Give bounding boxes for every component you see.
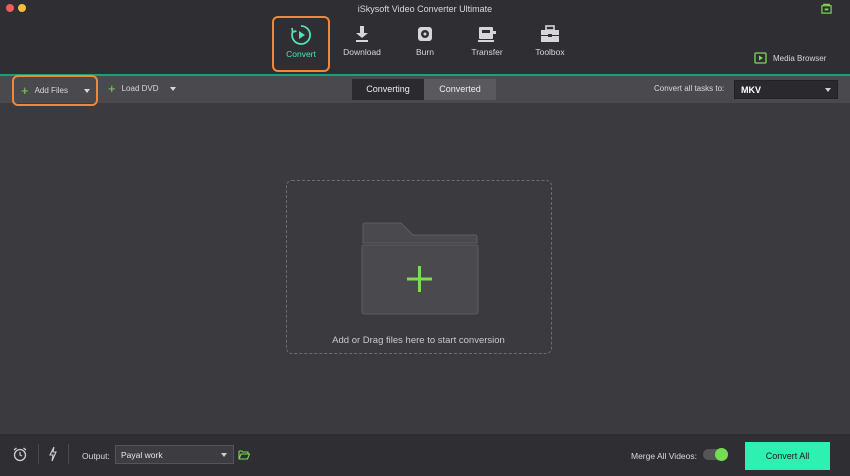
tab-download[interactable]: Download <box>332 18 392 68</box>
media-browser-icon <box>754 52 767 64</box>
chevron-down-icon <box>221 452 227 457</box>
divider <box>68 444 69 464</box>
tab-transfer[interactable]: Transfer <box>457 18 517 68</box>
chevron-down-icon[interactable] <box>84 88 90 93</box>
output-label: Output: <box>82 451 110 461</box>
convert-all-tasks-label: Convert all tasks to: <box>654 84 725 93</box>
output-folder-select[interactable]: Payal work <box>115 445 234 464</box>
output-format-select[interactable]: MKV <box>734 80 838 99</box>
tab-toolbox[interactable]: Toolbox <box>520 18 580 68</box>
divider <box>38 444 39 464</box>
file-drop-zone[interactable]: Add or Drag files here to start conversi… <box>286 180 552 354</box>
folder-icon <box>361 222 479 315</box>
tab-converting[interactable]: Converting <box>352 79 424 100</box>
toggle-knob <box>715 448 728 461</box>
transfer-icon <box>478 27 496 42</box>
chevron-down-icon <box>825 87 831 92</box>
plus-icon: + <box>21 83 29 98</box>
tab-toolbox-label: Toolbox <box>535 47 565 57</box>
plus-icon: + <box>108 81 116 96</box>
convert-all-button[interactable]: Convert All <box>745 442 830 470</box>
tab-burn[interactable]: Burn <box>395 18 455 68</box>
bolt-icon[interactable] <box>48 446 58 462</box>
output-format-value: MKV <box>741 84 761 95</box>
tab-download-label: Download <box>343 47 381 57</box>
merge-all-videos-toggle[interactable] <box>703 448 728 461</box>
status-tabs: Converting Converted <box>352 79 496 100</box>
tab-burn-label: Burn <box>416 47 434 57</box>
output-folder-value: Payal work <box>121 449 163 460</box>
tab-converted[interactable]: Converted <box>424 79 496 100</box>
load-dvd-button[interactable]: + Load DVD <box>104 78 182 99</box>
add-files-button[interactable]: + Add Files <box>12 75 98 106</box>
tab-transfer-label: Transfer <box>471 47 503 57</box>
burn-icon <box>418 27 432 41</box>
toolbox-icon <box>541 25 559 42</box>
add-files-label: Add Files <box>34 86 68 95</box>
drop-hint-text: Add or Drag files here to start conversi… <box>332 335 505 346</box>
merge-all-videos-label: Merge All Videos: <box>631 451 697 461</box>
media-browser-button[interactable]: Media Browser <box>754 52 826 64</box>
chevron-down-icon[interactable] <box>170 86 176 91</box>
convert-icon <box>291 25 311 45</box>
app-window: iSkysoft Video Converter Ultimate Conver… <box>0 0 850 476</box>
tab-convert[interactable]: Convert <box>272 16 330 72</box>
load-dvd-label: Load DVD <box>121 84 159 93</box>
tab-convert-label: Convert <box>286 49 316 59</box>
window-title: iSkysoft Video Converter Ultimate <box>357 4 493 14</box>
top-bar: iSkysoft Video Converter Ultimate Conver… <box>0 0 850 75</box>
download-icon <box>356 26 368 42</box>
folder-open-icon[interactable] <box>238 449 250 460</box>
store-icon[interactable] <box>821 3 832 14</box>
alarm-icon[interactable] <box>12 446 28 462</box>
media-browser-label: Media Browser <box>773 53 827 63</box>
